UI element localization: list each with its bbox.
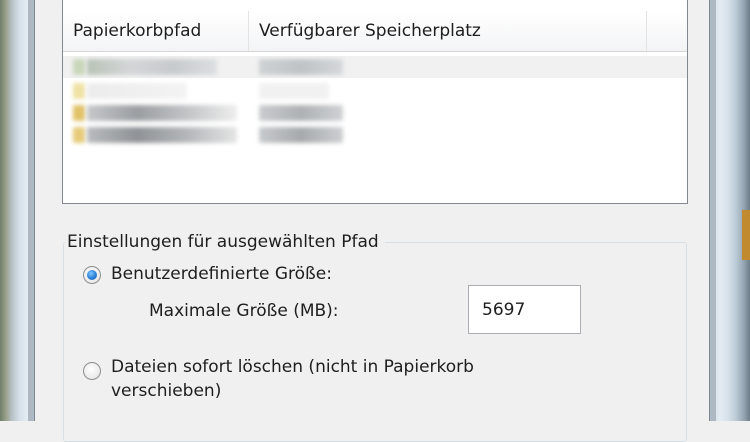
window-frame-accent <box>742 210 750 260</box>
max-size-input[interactable] <box>468 285 581 334</box>
list-item[interactable] <box>63 56 687 78</box>
list-item-space-redacted <box>259 105 343 121</box>
list-item[interactable] <box>63 80 687 102</box>
max-size-label: Maximale Größe (MB): <box>149 301 339 321</box>
drive-icon <box>73 105 85 121</box>
dialog-content: Papierkorbpfad Verfügbarer Speicherplatz… <box>35 0 709 442</box>
window-border-left <box>28 0 35 421</box>
list-item-space-redacted <box>259 59 343 75</box>
list-item-path-redacted <box>87 105 237 121</box>
column-header-free-space[interactable]: Verfügbarer Speicherplatz <box>249 11 647 51</box>
list-item[interactable] <box>63 124 687 146</box>
list-item[interactable] <box>63 102 687 124</box>
column-header-filler <box>647 11 687 51</box>
custom-size-label[interactable]: Benutzerdefinierte Größe: <box>111 262 332 286</box>
list-header: Papierkorbpfad Verfügbarer Speicherplatz <box>63 11 687 52</box>
list-item-path-redacted <box>87 127 237 143</box>
drive-icon <box>73 127 85 143</box>
window-border-right <box>709 0 716 421</box>
recycle-bin-location-list[interactable]: Papierkorbpfad Verfügbarer Speicherplatz <box>62 0 688 204</box>
radio-delete-immediately[interactable] <box>83 362 101 380</box>
radio-custom-size[interactable] <box>83 266 101 284</box>
settings-group-title: Einstellungen für ausgewählten Pfad <box>65 230 385 254</box>
drive-icon <box>73 59 85 75</box>
list-item-path-redacted <box>87 59 217 75</box>
list-item-path-redacted <box>87 83 187 99</box>
delete-immediately-label-line1[interactable]: Dateien sofort löschen (nicht in Papierk… <box>111 355 474 379</box>
delete-immediately-label-line2[interactable]: verschieben) <box>111 379 221 403</box>
list-item-space-redacted <box>259 127 343 143</box>
column-header-path[interactable]: Papierkorbpfad <box>63 11 249 51</box>
drive-icon <box>73 83 85 99</box>
list-item-space-redacted <box>259 83 329 99</box>
